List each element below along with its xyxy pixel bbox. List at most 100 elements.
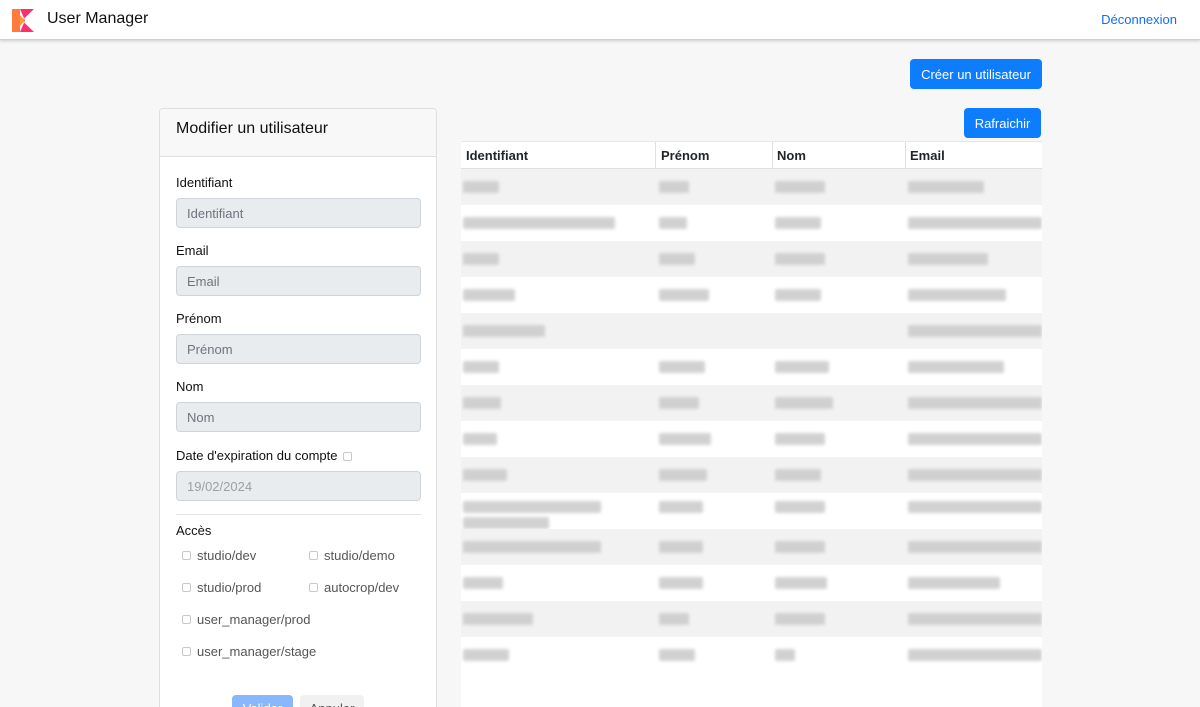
redacted-cell <box>659 501 703 513</box>
column-header-email[interactable]: Email <box>910 148 945 163</box>
access-checkbox[interactable] <box>309 583 318 593</box>
redacted-cell <box>659 541 703 553</box>
access-label: Accès <box>176 523 212 538</box>
edit-user-card: Modifier un utilisateur Identifiant Emai… <box>159 108 437 707</box>
redacted-cell <box>775 181 825 193</box>
identifiant-input[interactable] <box>176 198 421 228</box>
form-divider <box>176 514 421 515</box>
nom-label: Nom <box>176 379 204 394</box>
redacted-cell <box>659 433 711 445</box>
redacted-cell <box>463 217 615 229</box>
redacted-cell <box>775 541 825 553</box>
table-row[interactable] <box>461 601 1042 637</box>
redacted-cell <box>463 501 601 513</box>
redacted-cell <box>659 217 687 229</box>
table-row[interactable] <box>461 637 1042 673</box>
table-row[interactable] <box>461 457 1042 493</box>
column-header-identifiant[interactable]: Identifiant <box>466 148 528 163</box>
refresh-button[interactable]: Rafraichir <box>964 108 1041 138</box>
prenom-label: Prénom <box>176 311 222 326</box>
email-label: Email <box>176 243 209 258</box>
table-row[interactable] <box>461 385 1042 421</box>
prenom-input[interactable] <box>176 334 421 364</box>
column-separator <box>905 142 906 170</box>
validate-button[interactable]: Valider <box>232 695 293 707</box>
column-header-nom[interactable]: Nom <box>777 148 806 163</box>
redacted-cell <box>775 217 821 229</box>
redacted-cell <box>908 469 1042 481</box>
table-row[interactable] <box>461 565 1042 601</box>
logout-link[interactable]: Déconnexion <box>1101 12 1177 27</box>
redacted-cell <box>463 517 549 529</box>
create-user-button[interactable]: Créer un utilisateur <box>910 59 1042 89</box>
redacted-cell <box>463 613 533 625</box>
table-row[interactable] <box>461 529 1042 565</box>
redacted-cell <box>659 649 695 661</box>
table-row[interactable] <box>461 349 1042 385</box>
table-header: Identifiant Prénom Nom Email <box>461 141 1042 170</box>
redacted-cell <box>908 613 1042 625</box>
expiration-date-input[interactable] <box>176 471 421 501</box>
redacted-cell <box>659 469 707 481</box>
expiration-label: Date d'expiration du compte <box>176 448 353 463</box>
users-table: Identifiant Prénom Nom Email <box>461 141 1042 707</box>
redacted-cell <box>908 541 1042 553</box>
redacted-cell <box>659 253 695 265</box>
access-checkbox[interactable] <box>182 583 191 593</box>
table-row[interactable] <box>461 421 1042 457</box>
redacted-cell <box>463 433 497 445</box>
table-row[interactable] <box>461 241 1042 277</box>
redacted-cell <box>775 649 795 661</box>
app-logo-icon <box>12 9 34 32</box>
access-checkbox[interactable] <box>182 615 191 625</box>
access-item-user-manager-prod[interactable]: user_manager/prod <box>182 612 310 627</box>
redacted-cell <box>775 253 825 265</box>
redacted-cell <box>463 361 499 373</box>
access-item-autocrop-dev[interactable]: autocrop/dev <box>309 580 399 595</box>
redacted-cell <box>463 397 501 409</box>
redacted-cell <box>463 289 515 301</box>
access-item-studio-demo[interactable]: studio/demo <box>309 548 395 563</box>
email-input[interactable] <box>176 266 421 296</box>
redacted-cell <box>908 253 988 265</box>
redacted-cell <box>463 469 507 481</box>
redacted-cell <box>775 433 825 445</box>
redacted-cell <box>775 577 827 589</box>
redacted-cell <box>659 289 709 301</box>
redacted-cell <box>775 361 829 373</box>
table-row[interactable] <box>461 205 1042 241</box>
access-checkbox[interactable] <box>182 647 191 657</box>
redacted-cell <box>908 577 1000 589</box>
expiration-checkbox[interactable] <box>343 452 353 462</box>
redacted-cell <box>463 541 601 553</box>
access-item-user-manager-stage[interactable]: user_manager/stage <box>182 644 316 659</box>
redacted-cell <box>659 181 689 193</box>
table-row[interactable] <box>461 313 1042 349</box>
redacted-cell <box>775 397 833 409</box>
column-header-prenom[interactable]: Prénom <box>661 148 709 163</box>
redacted-cell <box>775 289 821 301</box>
redacted-cell <box>463 325 545 337</box>
redacted-cell <box>463 577 503 589</box>
cancel-button[interactable]: Annuler <box>300 695 364 707</box>
access-checkbox[interactable] <box>182 551 191 561</box>
redacted-cell <box>463 253 499 265</box>
identifiant-label: Identifiant <box>176 175 233 190</box>
table-row[interactable] <box>461 493 1042 529</box>
redacted-cell <box>908 397 1042 409</box>
table-row[interactable] <box>461 169 1042 205</box>
access-checkbox[interactable] <box>309 551 318 561</box>
redacted-cell <box>659 613 689 625</box>
redacted-cell <box>463 649 509 661</box>
nom-input[interactable] <box>176 402 421 432</box>
column-separator <box>772 142 773 170</box>
table-row[interactable] <box>461 277 1042 313</box>
column-separator <box>655 142 656 170</box>
redacted-cell <box>908 289 1006 301</box>
redacted-cell <box>659 361 705 373</box>
access-item-studio-dev[interactable]: studio/dev <box>182 548 256 563</box>
access-item-studio-prod[interactable]: studio/prod <box>182 580 261 595</box>
redacted-cell <box>908 361 1004 373</box>
redacted-cell <box>775 501 825 513</box>
redacted-cell <box>908 649 1042 661</box>
